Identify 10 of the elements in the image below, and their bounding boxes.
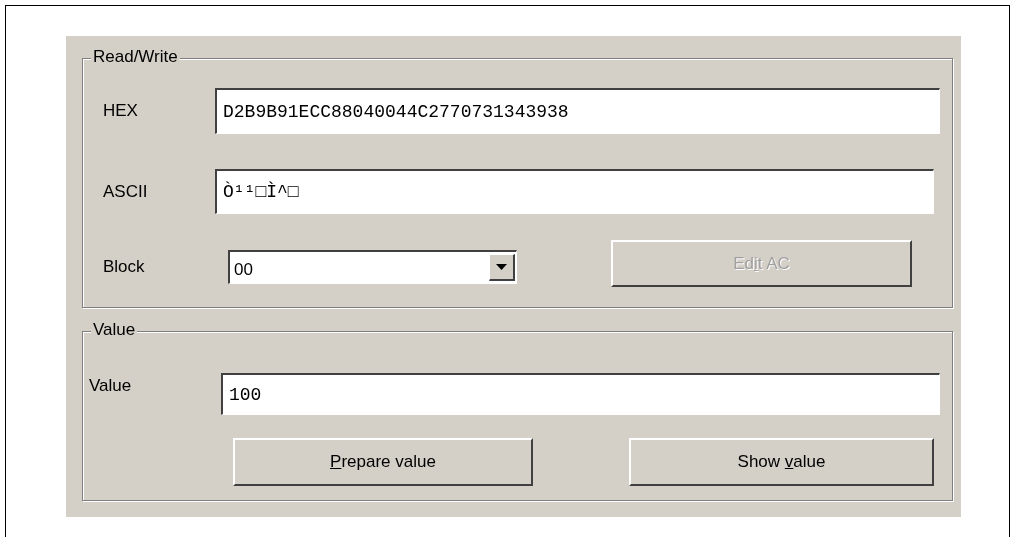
value-field[interactable]: 100 bbox=[221, 373, 940, 415]
field-label: HEX bbox=[103, 101, 139, 121]
hex-field[interactable]: D2B9B91ECC88040044C2770731343938 bbox=[215, 88, 940, 134]
show-value-button[interactable]: Show value bbox=[629, 438, 934, 486]
ascii-field[interactable]: Ò¹¹□Ì^□ bbox=[215, 169, 934, 214]
field-label: Block bbox=[103, 256, 146, 277]
field-label: ASCII bbox=[103, 181, 149, 202]
prepare-value-button[interactable]: Prepare value bbox=[233, 438, 533, 486]
block-dropdown[interactable]: 00 bbox=[228, 249, 517, 284]
field-label: Value bbox=[89, 376, 133, 396]
